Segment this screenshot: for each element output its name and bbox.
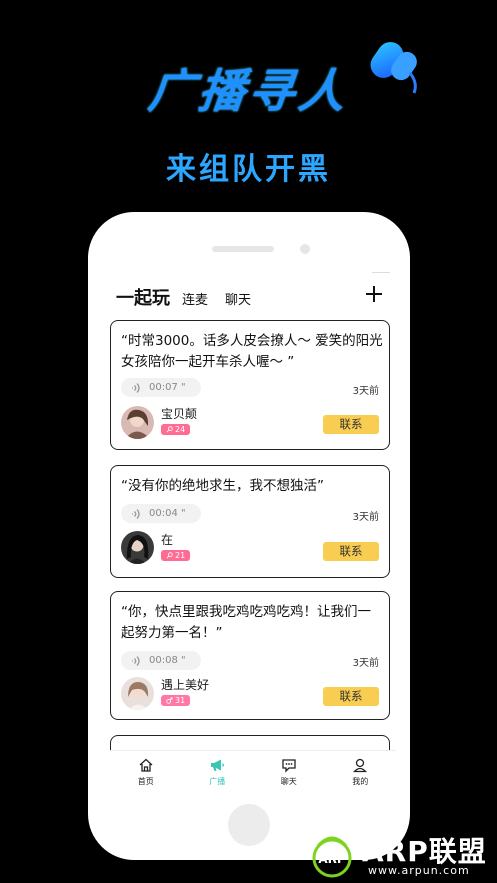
bottom-nav: 首页 广播 聊天 我的	[110, 750, 396, 792]
voice-duration: 00:08 "	[149, 655, 186, 666]
megaphone-icon	[211, 759, 225, 771]
promo-headline: 广播寻人	[0, 42, 497, 121]
sound-wave-icon	[132, 382, 140, 393]
divider	[372, 272, 390, 273]
phone-home-button	[228, 804, 270, 846]
nav-profile[interactable]: 我的	[325, 751, 397, 792]
promo-title: 广播寻人	[145, 64, 352, 118]
user-name: 遇上美好	[161, 678, 210, 692]
post-time: 3天前	[352, 512, 379, 523]
tab-voice-link[interactable]: 连麦	[182, 289, 208, 308]
svg-text:ARP: ARP	[318, 852, 346, 866]
avatar[interactable]	[121, 677, 154, 710]
phone-camera	[300, 244, 310, 254]
arp-logo-icon: ARP	[312, 836, 352, 878]
voice-clip[interactable]: 00:04 "	[121, 504, 201, 523]
nav-chat[interactable]: 聊天	[253, 751, 325, 792]
profile-icon	[353, 758, 368, 773]
phone-speaker	[212, 246, 274, 252]
nav-broadcast[interactable]: 广播	[182, 751, 254, 792]
nav-label: 聊天	[280, 777, 297, 786]
post-quote: “时常3000。话多人皮会撩人～ 爱笑的阳光女孩陪你一起开车杀人喔～ ”	[121, 333, 383, 370]
site-watermark: ARP ARP联盟 www.arpun.com	[300, 828, 497, 883]
post-time: 3天前	[352, 658, 379, 669]
female-icon	[166, 552, 173, 559]
home-icon	[139, 758, 153, 772]
post-quote: “你，快点里跟我吃鸡吃鸡吃鸡！让我们一起努力第一名！”	[121, 604, 371, 641]
sound-wave-icon	[132, 508, 140, 519]
user-name: 宝贝颠	[161, 407, 198, 421]
female-icon	[166, 426, 173, 433]
broadcast-card[interactable]: “时常3000。话多人皮会撩人～ 爱笑的阳光女孩陪你一起开车杀人喔～ ” 00:…	[110, 320, 390, 450]
nav-label: 我的	[352, 777, 369, 786]
broadcast-card[interactable]: “没有你的绝地求生，我不想独活” 00:04 " 3天前 在 21 联系	[110, 465, 390, 578]
promo-subtitle: 来组队开黑	[166, 152, 331, 187]
microphone-icon	[370, 42, 417, 94]
avatar[interactable]	[121, 406, 154, 439]
voice-clip[interactable]: 00:08 "	[121, 651, 201, 670]
contact-button[interactable]: 联系	[323, 687, 379, 706]
watermark-url: www.arpun.com	[368, 864, 470, 877]
contact-button[interactable]: 联系	[323, 415, 379, 434]
user-name: 在	[161, 533, 174, 547]
sound-wave-icon	[132, 655, 140, 666]
plus-icon[interactable]	[364, 284, 384, 304]
broadcast-card[interactable]: “你，快点里跟我吃鸡吃鸡吃鸡！让我们一起努力第一名！” 00:08 " 3天前 …	[110, 591, 390, 720]
voice-duration: 00:07 "	[149, 382, 186, 393]
post-quote: “没有你的绝地求生，我不想独活”	[121, 478, 324, 494]
app-screen: 一起玩 连麦 聊天 “时常3000。话多人皮会撩人～ 爱笑的阳光女孩陪你一起开车…	[110, 272, 396, 792]
tab-chat[interactable]: 聊天	[225, 289, 251, 308]
tab-play-together[interactable]: 一起玩	[116, 284, 170, 310]
male-icon	[166, 697, 173, 704]
tab-bar: 一起玩 连麦 聊天	[116, 284, 268, 310]
contact-button[interactable]: 联系	[323, 542, 379, 561]
user-badge: 21	[161, 550, 191, 561]
nav-home[interactable]: 首页	[110, 751, 182, 792]
post-time: 3天前	[352, 386, 379, 397]
avatar[interactable]	[121, 531, 154, 564]
chat-icon	[282, 759, 296, 773]
nav-label: 首页	[137, 777, 154, 786]
voice-clip[interactable]: 00:07 "	[121, 378, 201, 397]
user-badge: 31	[161, 695, 191, 706]
voice-duration: 00:04 "	[149, 508, 186, 519]
user-badge: 24	[161, 424, 191, 435]
nav-label: 广播	[209, 777, 226, 786]
